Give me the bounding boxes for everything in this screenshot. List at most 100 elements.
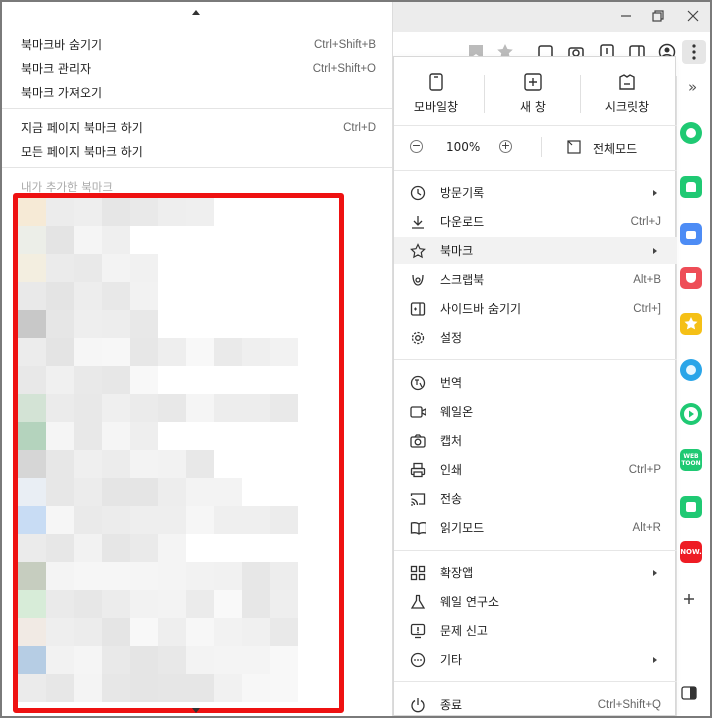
- menu-item-label: 방문기록: [440, 186, 485, 200]
- menu-item-reading-mode[interactable]: 읽기모드 Alt+R: [394, 514, 677, 541]
- mosaic-cell: [130, 478, 158, 506]
- menu-item-label: 캡처: [440, 434, 463, 448]
- kebab-menu-icon: [692, 44, 696, 60]
- zoom-out-button[interactable]: −: [410, 140, 423, 153]
- mosaic-cell: [130, 394, 158, 422]
- menu-item-whale-lab[interactable]: 웨일 연구소: [394, 588, 677, 615]
- mosaic-cell: [130, 646, 158, 674]
- menu-item-capture[interactable]: 캡처: [394, 427, 677, 454]
- add-app-icon[interactable]: [682, 592, 696, 606]
- submenu-arrow-icon: [653, 569, 657, 576]
- cast-icon: [410, 492, 426, 506]
- mosaic-cell: [102, 674, 130, 702]
- mosaic-cell: [270, 618, 298, 646]
- menu-item-history[interactable]: 방문기록: [394, 179, 677, 206]
- scroll-down-arrow-icon[interactable]: [192, 708, 200, 713]
- mosaic-cell: [102, 198, 130, 226]
- mosaic-cell: [18, 366, 46, 394]
- mosaic-cell: [46, 366, 74, 394]
- minimize-icon: [621, 15, 631, 17]
- bookmark-menu-item-manager[interactable]: 북마크 관리자 Ctrl+Shift+O: [2, 57, 392, 80]
- menu-item-quit[interactable]: 종료 Ctrl+Shift+Q: [394, 691, 677, 716]
- mosaic-cell: [46, 506, 74, 534]
- mosaic-cell: [158, 646, 186, 674]
- mobile-window-button[interactable]: 모바일창: [389, 73, 483, 117]
- mosaic-cell: [158, 562, 186, 590]
- mosaic-cell: [186, 338, 214, 366]
- mosaic-cell: [46, 534, 74, 562]
- mosaic-cell: [270, 646, 298, 674]
- sidebar-toggle-icon[interactable]: [681, 686, 697, 700]
- calendar-icon[interactable]: [680, 223, 702, 245]
- mosaic-cell: [130, 198, 158, 226]
- mosaic-cell: [158, 506, 186, 534]
- menu-item-label: 인쇄: [440, 463, 463, 477]
- mosaic-cell: [186, 618, 214, 646]
- bookmark-menu-item-import[interactable]: 북마크 가져오기: [2, 81, 392, 104]
- menu-item-label: 다운로드: [440, 215, 485, 229]
- menu-item-download[interactable]: 다운로드 Ctrl+J: [394, 208, 677, 235]
- mobile-window-icon: [429, 73, 443, 91]
- menu-item-report[interactable]: 문제 신고: [394, 617, 677, 644]
- menu-item-cast[interactable]: 전송: [394, 485, 677, 512]
- minimize-button[interactable]: [615, 7, 637, 25]
- menu-item-more[interactable]: 기타: [394, 646, 677, 673]
- blurred-bookmark-list[interactable]: [18, 198, 338, 702]
- papago-icon[interactable]: [680, 359, 702, 381]
- webtoon-icon[interactable]: WEB TOON: [680, 449, 702, 471]
- quick-action-label: 시크릿창: [604, 100, 650, 114]
- menu-item-print[interactable]: 인쇄 Ctrl+P: [394, 456, 677, 483]
- mosaic-cell: [102, 338, 130, 366]
- mosaic-cell: [46, 254, 74, 282]
- whale-app-icon[interactable]: [680, 122, 702, 144]
- menu-item-scrapbook[interactable]: 스크랩북 Alt+B: [394, 266, 677, 293]
- mosaic-cell: [18, 534, 46, 562]
- favorite-icon[interactable]: [680, 313, 702, 335]
- mosaic-cell: [74, 338, 102, 366]
- fullscreen-icon[interactable]: [567, 140, 581, 154]
- mosaic-cell: [130, 282, 158, 310]
- mosaic-cell: [214, 646, 242, 674]
- new-window-button[interactable]: 새 창: [486, 73, 580, 117]
- overflow-chevron-icon[interactable]: »: [688, 78, 697, 96]
- pocket-icon[interactable]: [680, 267, 702, 289]
- mosaic-cell: [214, 618, 242, 646]
- camera-icon: [410, 433, 426, 448]
- new-window-icon: [524, 73, 542, 91]
- fullscreen-label[interactable]: 전체모드: [593, 140, 637, 157]
- secret-window-button[interactable]: 시크릿창: [580, 73, 674, 117]
- bookmark-menu-item-all-pages[interactable]: 모든 페이지 북마크 하기: [2, 140, 392, 163]
- mosaic-cell: [46, 422, 74, 450]
- restore-button[interactable]: [647, 7, 669, 25]
- menu-item-bookmark[interactable]: 북마크: [394, 237, 677, 264]
- mosaic-cell: [214, 338, 242, 366]
- mosaic-cell: [214, 590, 242, 618]
- menu-item-sidebar-hide[interactable]: 사이드바 숨기기 Ctrl+]: [394, 295, 677, 322]
- bookmark-menu-item-this-page[interactable]: 지금 페이지 북마크 하기 Ctrl+D: [2, 116, 392, 139]
- mosaic-cell: [130, 254, 158, 282]
- mosaic-cell: [46, 646, 74, 674]
- menu-item-label: 웨일온: [440, 405, 474, 419]
- menu-item-translate[interactable]: 번역: [394, 369, 677, 396]
- now-icon[interactable]: NOW.: [680, 541, 702, 563]
- menu-separator: [394, 359, 677, 360]
- menu-item-shortcut: Ctrl+]: [633, 302, 661, 315]
- menu-separator: [394, 681, 677, 682]
- mosaic-cell: [74, 478, 102, 506]
- mosaic-cell: [46, 562, 74, 590]
- mosaic-cell: [74, 674, 102, 702]
- bookmark-menu-item-hide-bar[interactable]: 북마크바 숨기기 Ctrl+Shift+B: [2, 33, 392, 56]
- mosaic-cell: [158, 338, 186, 366]
- zoom-in-button[interactable]: +: [499, 140, 512, 153]
- notification-icon[interactable]: [680, 176, 702, 198]
- menu-item-whaleon[interactable]: 웨일온: [394, 398, 677, 425]
- mosaic-cell: [242, 562, 270, 590]
- scroll-up-arrow-icon[interactable]: [192, 10, 200, 15]
- menu-item-settings[interactable]: 설정: [394, 324, 677, 351]
- play-icon[interactable]: [680, 403, 702, 425]
- zoom-level: 100%: [446, 140, 481, 154]
- main-menu-button[interactable]: [682, 40, 706, 64]
- menu-item-extensions[interactable]: 확장앱: [394, 559, 677, 586]
- close-button[interactable]: [682, 7, 704, 25]
- line-icon[interactable]: [680, 496, 702, 518]
